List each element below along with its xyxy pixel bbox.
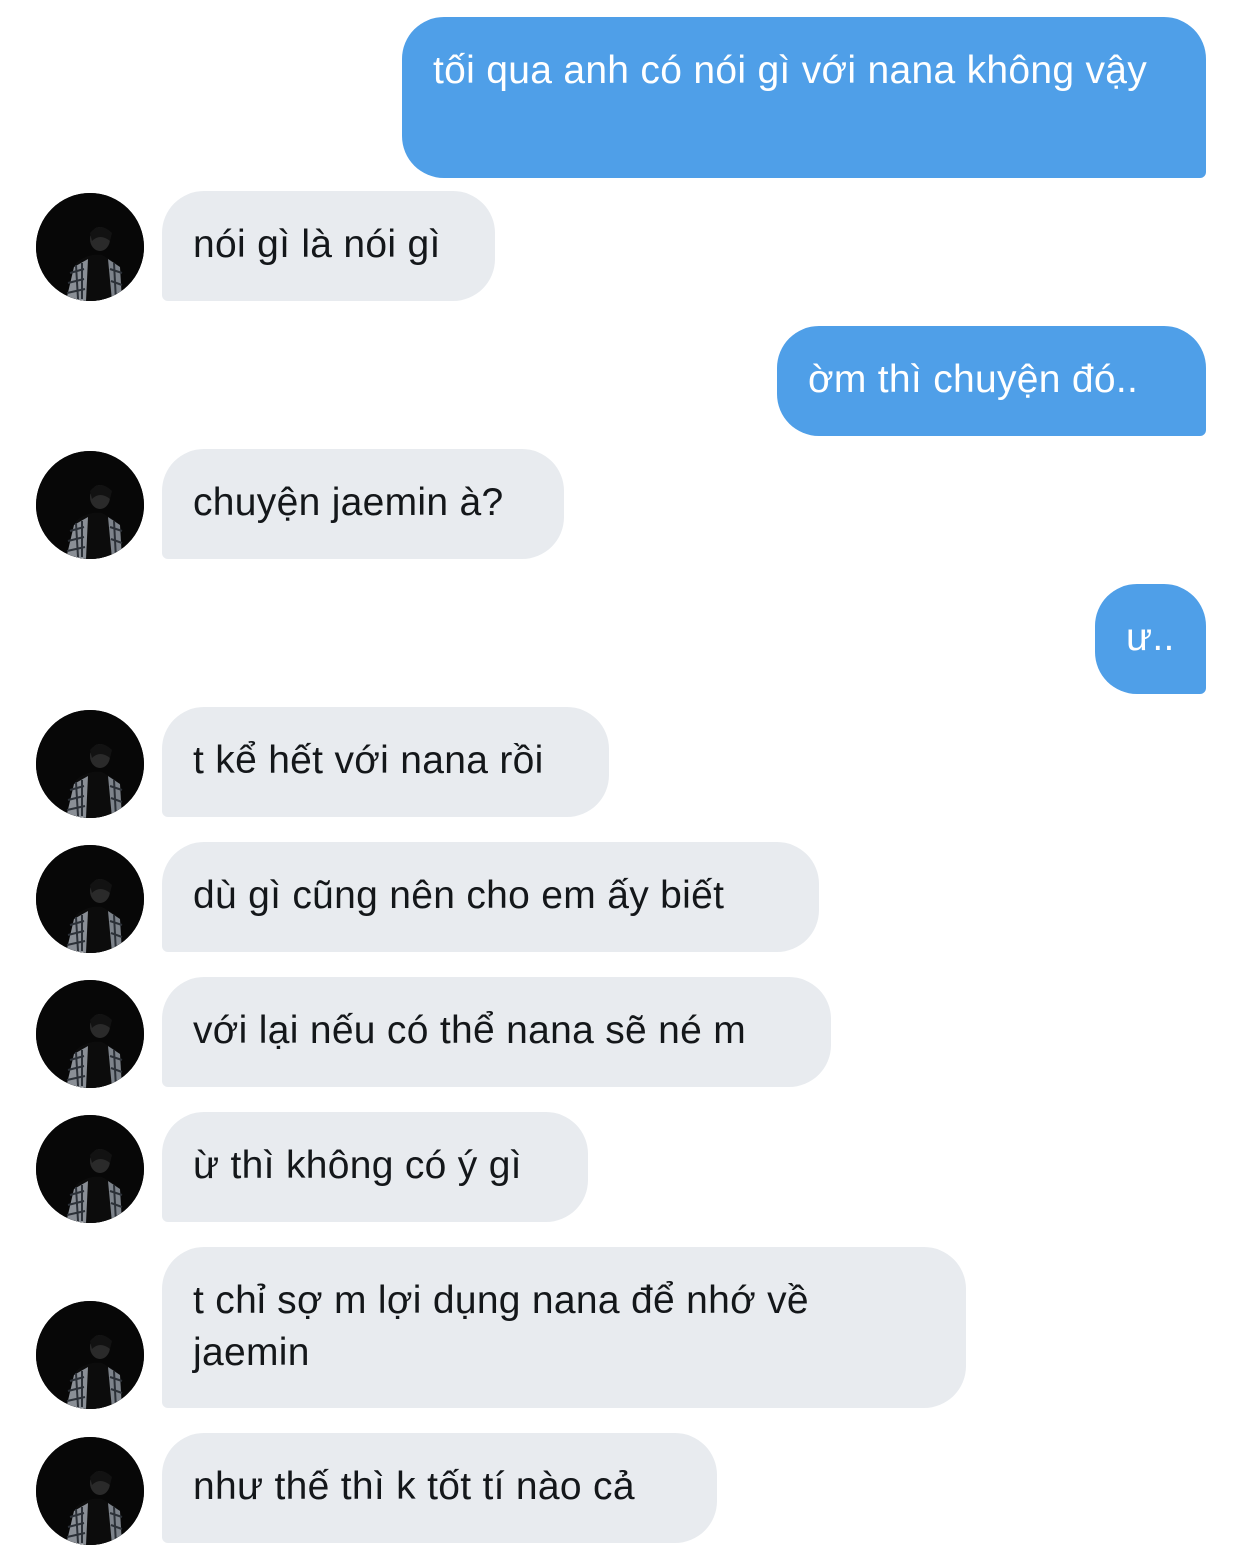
avatar-photo-icon [36, 710, 144, 818]
message-text: ờm thì chuyện đó.. [808, 358, 1139, 401]
message-text: như thế thì k tốt tí nào cả [193, 1465, 635, 1508]
contact-avatar[interactable] [36, 1115, 144, 1223]
received-message-bubble[interactable]: dù gì cũng nên cho em ấy biết [162, 842, 819, 952]
avatar-photo-icon [36, 980, 144, 1088]
message-text: nói gì là nói gì [193, 223, 441, 266]
contact-avatar[interactable] [36, 1301, 144, 1409]
contact-avatar[interactable] [36, 710, 144, 818]
message-text: ừ thì không có ý gì [193, 1144, 522, 1187]
received-message-bubble[interactable]: t chỉ sợ m lợi dụng nana để nhớ về jaemi… [162, 1247, 966, 1408]
received-message-bubble[interactable]: nói gì là nói gì [162, 191, 495, 301]
message-text: t kể hết với nana rồi [193, 739, 544, 782]
avatar-photo-icon [36, 451, 144, 559]
avatar-photo-icon [36, 1437, 144, 1545]
avatar-photo-icon [36, 845, 144, 953]
received-message-bubble[interactable]: với lại nếu có thể nana sẽ né m [162, 977, 831, 1087]
contact-avatar[interactable] [36, 1437, 144, 1545]
sent-message-bubble[interactable]: ờm thì chuyện đó.. [777, 326, 1206, 436]
message-text: ư.. [1126, 616, 1175, 659]
message-text: dù gì cũng nên cho em ấy biết [193, 874, 725, 917]
contact-avatar[interactable] [36, 451, 144, 559]
message-text: với lại nếu có thể nana sẽ né m [193, 1009, 747, 1052]
received-message-bubble[interactable]: t kể hết với nana rồi [162, 707, 609, 817]
avatar-photo-icon [36, 193, 144, 301]
contact-avatar[interactable] [36, 193, 144, 301]
message-thread: tối qua anh có nói gì với nana không vậy… [0, 0, 1242, 1555]
sent-message-bubble[interactable]: tối qua anh có nói gì với nana không vậy [402, 17, 1206, 178]
message-text: chuyện jaemin à? [193, 481, 504, 524]
avatar-photo-icon [36, 1301, 144, 1409]
avatar-photo-icon [36, 1115, 144, 1223]
received-message-bubble[interactable]: như thế thì k tốt tí nào cả [162, 1433, 717, 1543]
message-text: t chỉ sợ m lợi dụng nana để nhớ về jaemi… [193, 1279, 809, 1374]
received-message-bubble[interactable]: ừ thì không có ý gì [162, 1112, 588, 1222]
contact-avatar[interactable] [36, 980, 144, 1088]
sent-message-bubble[interactable]: ư.. [1095, 584, 1206, 694]
message-text: tối qua anh có nói gì với nana không vậy [433, 49, 1148, 92]
received-message-bubble[interactable]: chuyện jaemin à? [162, 449, 564, 559]
contact-avatar[interactable] [36, 845, 144, 953]
